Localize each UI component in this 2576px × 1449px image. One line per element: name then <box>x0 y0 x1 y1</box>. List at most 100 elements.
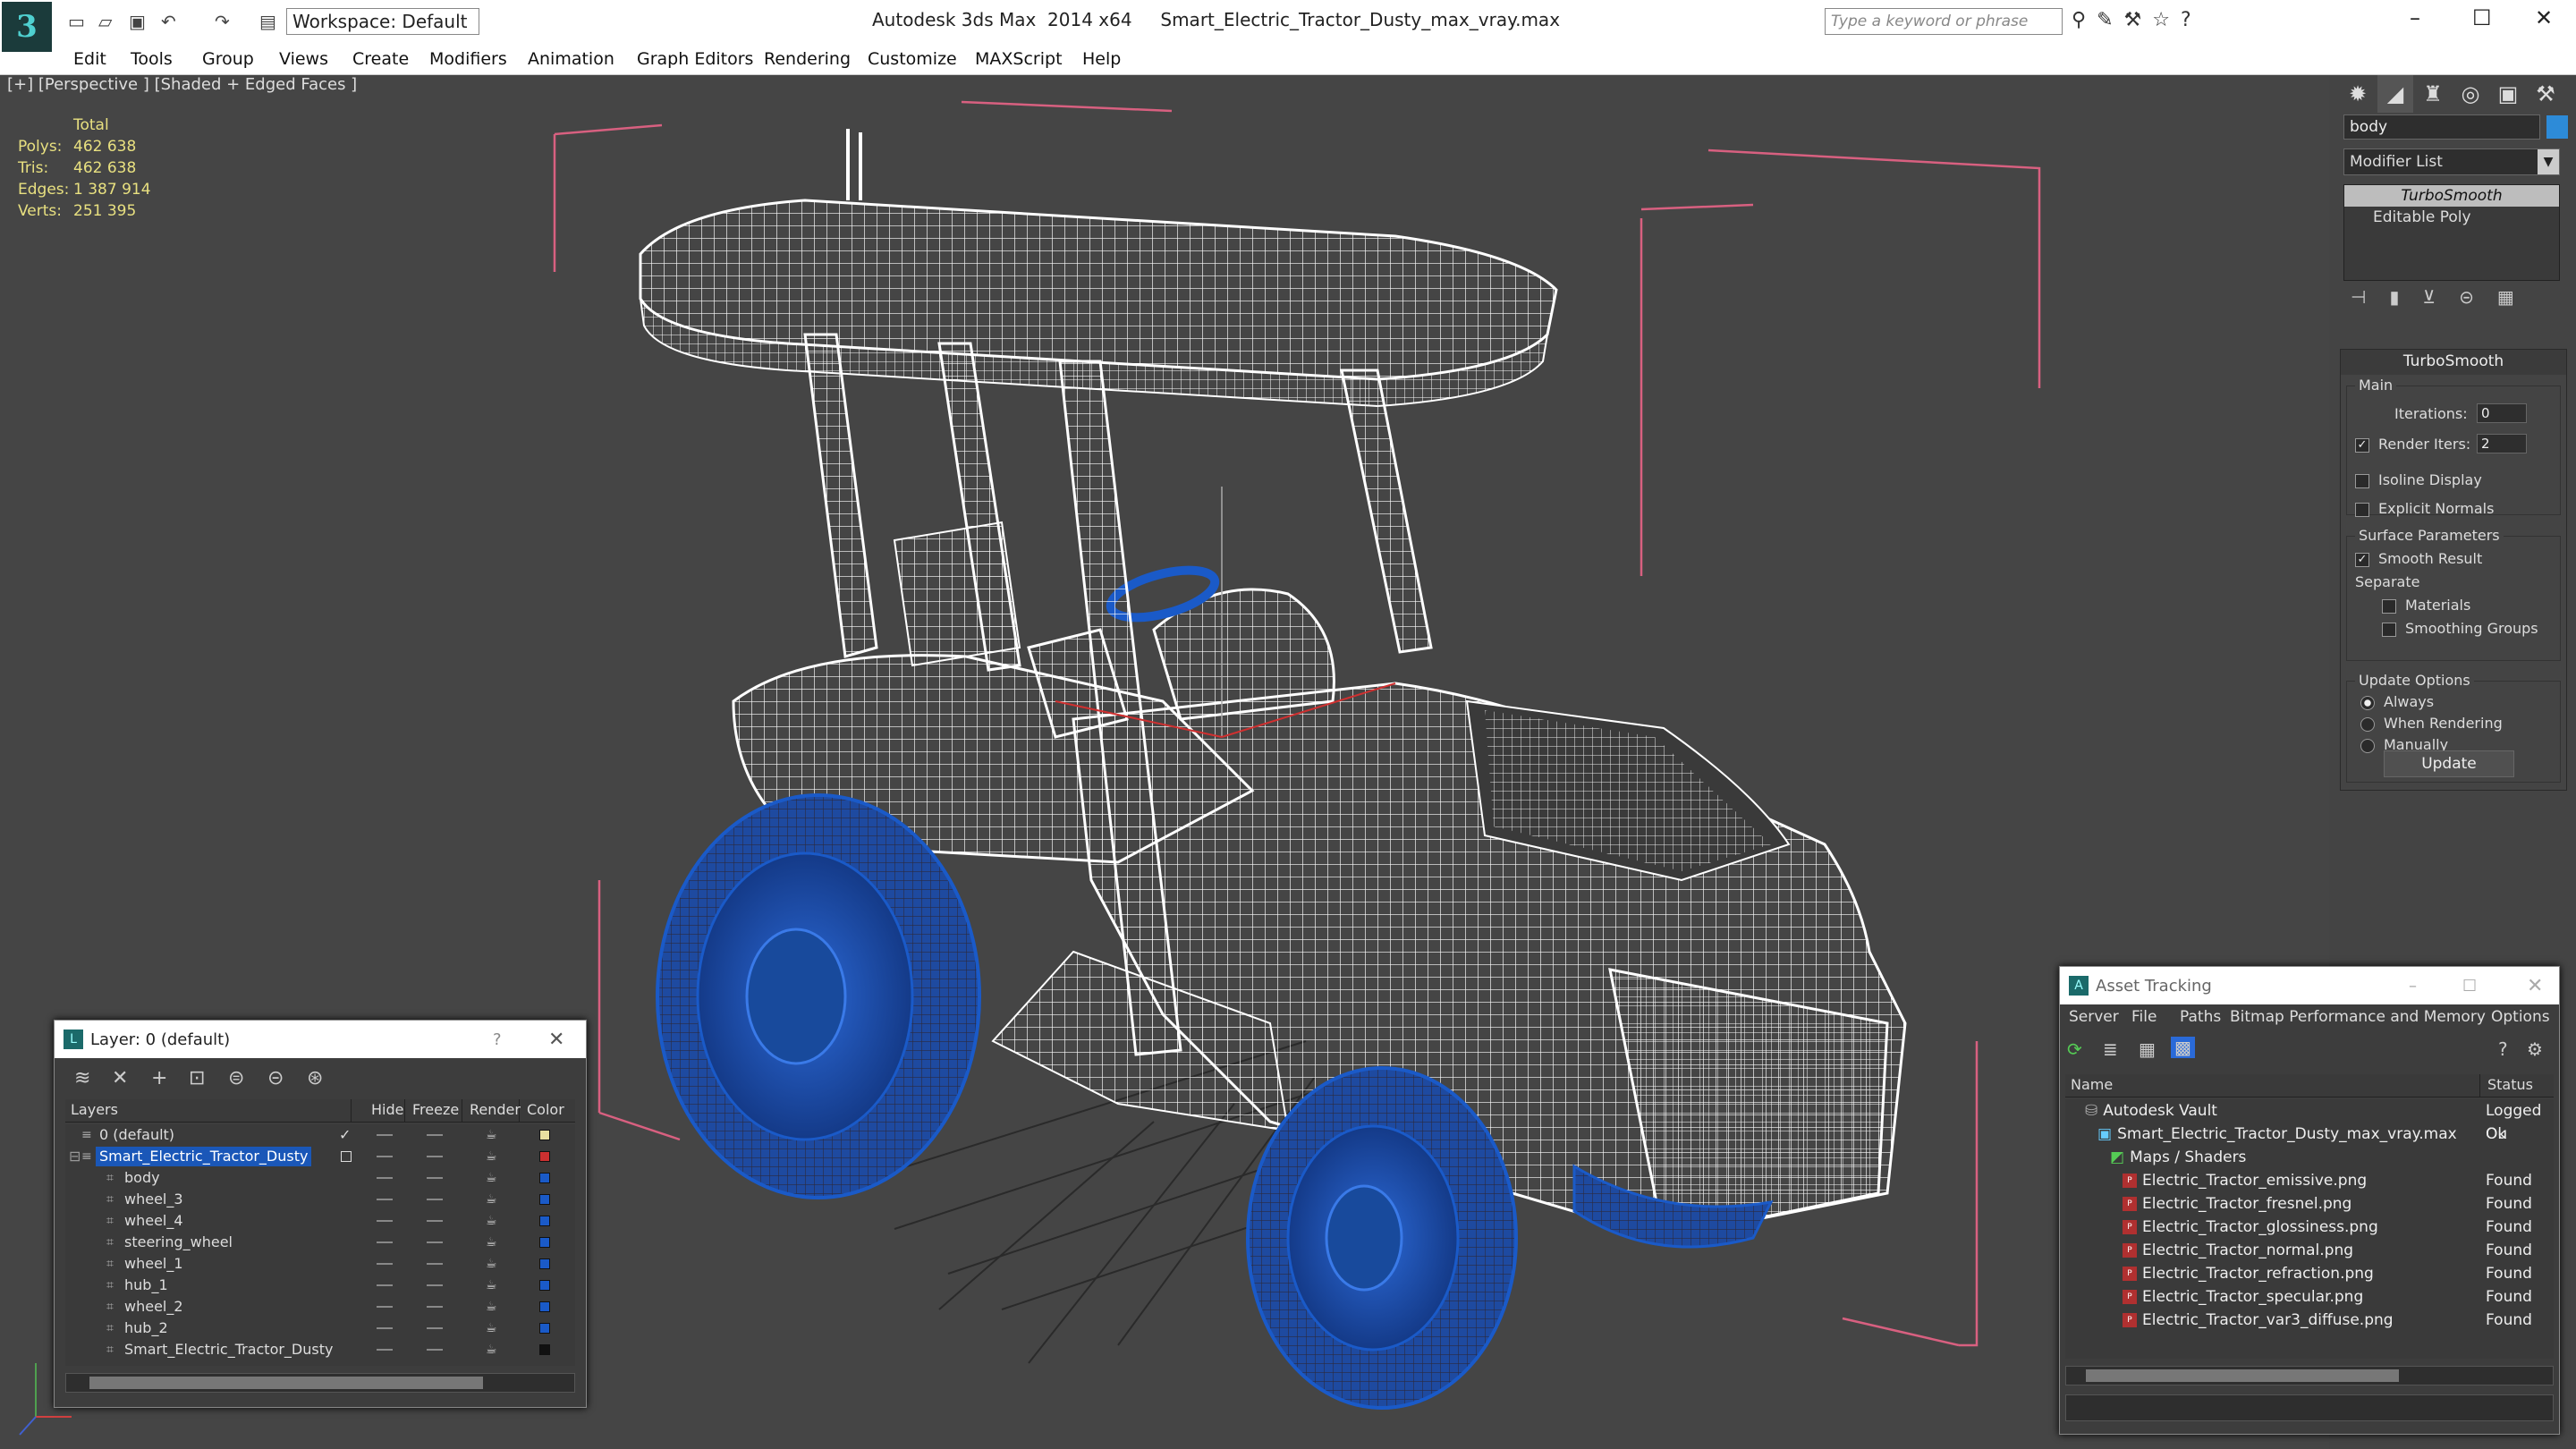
smooth-result-checkbox[interactable]: ✓ <box>2355 552 2369 567</box>
freeze-toggle[interactable] <box>427 1156 443 1157</box>
modify-tab-icon[interactable]: ◢ <box>2377 75 2413 113</box>
layer-row[interactable]: ⌗ wheel_1 ☕ <box>65 1253 575 1275</box>
help-icon[interactable]: ? <box>2498 1038 2508 1060</box>
hide-all-icon[interactable]: ⊝ <box>267 1067 284 1089</box>
help-icon[interactable]: ? <box>493 1030 502 1049</box>
hide-toggle[interactable] <box>377 1220 393 1222</box>
render-teapot-icon[interactable]: ☕ <box>486 1146 497 1167</box>
asset-menu-options[interactable]: Options <box>2491 1008 2550 1026</box>
render-teapot-icon[interactable]: ☕ <box>486 1253 497 1275</box>
freeze-toggle[interactable] <box>427 1306 443 1308</box>
layer-row[interactable]: ⌗ hub_2 ☕ <box>65 1318 575 1339</box>
layer-row[interactable]: ⌗ body ☕ <box>65 1167 575 1189</box>
always-row[interactable]: Always <box>2360 693 2434 710</box>
utilities-tab-icon[interactable]: ⚒ <box>2528 75 2563 113</box>
hide-toggle[interactable] <box>377 1177 393 1179</box>
isoline-display-row[interactable]: Isoline Display <box>2355 471 2482 488</box>
layer-row[interactable]: ⌗ wheel_4 ☕ <box>65 1210 575 1232</box>
save-icon[interactable]: ▣ <box>129 11 146 32</box>
layer-row[interactable]: ⌗ hub_1 ☕ <box>65 1275 575 1296</box>
layer-name[interactable]: hub_2 <box>121 1318 172 1338</box>
render-teapot-icon[interactable]: ☕ <box>486 1189 497 1210</box>
layer-name[interactable]: steering_wheel <box>121 1233 236 1252</box>
asset-row[interactable]: P Electric_Tractor_normal.png Found <box>2065 1239 2554 1262</box>
render-teapot-icon[interactable]: ☕ <box>486 1210 497 1232</box>
asset-menu-bitmap[interactable]: Bitmap Performance and Memory <box>2230 1008 2486 1026</box>
delete-layer-icon[interactable]: ✕ <box>112 1067 128 1089</box>
layer-color-swatch[interactable] <box>539 1216 550 1226</box>
layer-name[interactable]: Smart_Electric_Tractor_Dusty <box>96 1147 312 1166</box>
minimize-icon[interactable]: – <box>2410 5 2420 30</box>
hide-toggle[interactable] <box>377 1199 393 1200</box>
render-iters-row[interactable]: ✓ Render Iters: <box>2355 436 2470 453</box>
materials-row[interactable]: Materials <box>2382 597 2470 614</box>
layer-horizontal-scrollbar[interactable] <box>65 1373 575 1393</box>
when-rendering-radio[interactable] <box>2360 716 2375 732</box>
modifier-list-dropdown[interactable]: Modifier List ▼ <box>2343 148 2560 175</box>
app-logo[interactable]: 3 <box>2 2 52 52</box>
menu-tools[interactable]: Tools <box>131 43 173 75</box>
asset-menu-paths[interactable]: Paths <box>2180 1008 2221 1026</box>
hide-toggle[interactable] <box>377 1134 393 1136</box>
col-status[interactable]: Status <box>2482 1074 2554 1097</box>
object-color-swatch[interactable] <box>2546 115 2568 139</box>
layer-name[interactable]: wheel_3 <box>121 1190 187 1209</box>
settings-icon[interactable]: ⚙ <box>2527 1038 2543 1060</box>
freeze-toggle[interactable] <box>427 1241 443 1243</box>
list-view-icon[interactable]: ≣ <box>2103 1038 2118 1060</box>
col-name[interactable]: Name <box>2065 1074 2480 1097</box>
asset-menu-server[interactable]: Server <box>2069 1008 2119 1026</box>
smoothing-groups-row[interactable]: Smoothing Groups <box>2382 620 2538 637</box>
freeze-toggle[interactable] <box>427 1263 443 1265</box>
asset-row[interactable]: P Electric_Tractor_glossiness.png Found <box>2065 1216 2554 1239</box>
freeze-toggle[interactable] <box>427 1199 443 1200</box>
freeze-toggle[interactable] <box>427 1349 443 1351</box>
render-iters-checkbox[interactable]: ✓ <box>2355 437 2369 453</box>
asset-row[interactable]: P Electric_Tractor_refraction.png Found <box>2065 1262 2554 1285</box>
motion-tab-icon[interactable]: ◎ <box>2453 75 2488 113</box>
iterations-spinner[interactable]: 0 <box>2477 403 2527 423</box>
freeze-all-icon[interactable]: ⊛ <box>307 1067 323 1089</box>
scroll-thumb[interactable] <box>89 1377 483 1389</box>
hierarchy-tab-icon[interactable]: ♜ <box>2415 75 2451 113</box>
col-render[interactable]: Render <box>464 1099 521 1123</box>
menu-modifiers[interactable]: Modifiers <box>429 43 507 75</box>
menu-create[interactable]: Create <box>352 43 409 75</box>
open-folder-icon[interactable]: ▱ <box>98 11 112 32</box>
layer-color-swatch[interactable] <box>539 1344 550 1355</box>
render-teapot-icon[interactable]: ☕ <box>486 1275 497 1296</box>
menu-views[interactable]: Views <box>279 43 328 75</box>
asset-row[interactable]: ⛁ Autodesk Vault Logged Ou <box>2065 1099 2554 1143</box>
hide-toggle[interactable] <box>377 1241 393 1243</box>
layer-color-swatch[interactable] <box>539 1323 550 1334</box>
layer-color-swatch[interactable] <box>539 1130 550 1140</box>
layer-name[interactable]: hub_1 <box>121 1275 172 1295</box>
close-icon[interactable]: ✕ <box>548 1029 564 1051</box>
materials-checkbox[interactable] <box>2382 598 2396 614</box>
close-icon[interactable]: ✕ <box>2527 975 2543 997</box>
layer-color-swatch[interactable] <box>539 1151 550 1162</box>
chevron-down-icon[interactable]: ▼ <box>2538 149 2559 174</box>
layer-color-swatch[interactable] <box>539 1194 550 1205</box>
new-file-icon[interactable]: ▭ <box>68 11 85 32</box>
asset-row[interactable]: ◩ Maps / Shaders <box>2065 1146 2554 1169</box>
freeze-toggle[interactable] <box>427 1284 443 1286</box>
stack-item-editable-poly[interactable]: Editable Poly <box>2344 207 2559 228</box>
col-color[interactable]: Color <box>521 1099 573 1123</box>
freeze-toggle[interactable] <box>427 1220 443 1222</box>
layer-name[interactable]: wheel_1 <box>121 1254 187 1274</box>
asset-horizontal-scrollbar[interactable] <box>2065 1366 2554 1385</box>
asset-row[interactable]: P Electric_Tractor_fresnel.png Found <box>2065 1192 2554 1216</box>
refresh-icon[interactable]: ⟳ <box>2067 1038 2082 1060</box>
highlight-layer-icon[interactable]: ⊜ <box>228 1067 244 1089</box>
render-teapot-icon[interactable]: ☕ <box>486 1167 497 1189</box>
asset-menu-file[interactable]: File <box>2131 1008 2157 1026</box>
display-tab-icon[interactable]: ▣ <box>2490 75 2526 113</box>
layer-row[interactable]: ⌗ steering_wheel ☕ <box>65 1232 575 1253</box>
maximize-icon[interactable]: ☐ <box>2462 977 2477 996</box>
rollout-title[interactable]: TurboSmooth <box>2341 350 2566 375</box>
col-freeze[interactable]: Freeze <box>407 1099 462 1123</box>
stack-item-turbosmooth[interactable]: TurboSmooth <box>2344 185 2559 207</box>
hide-toggle[interactable] <box>377 1284 393 1286</box>
search-input[interactable]: Type a keyword or phrase <box>1825 8 2063 35</box>
